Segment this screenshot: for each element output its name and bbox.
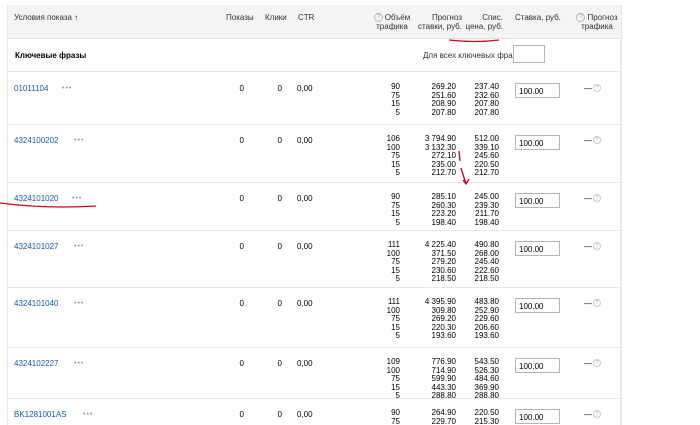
bid-table-page: Условия показа ↑ Показы Клики CTR ? Объём…	[0, 0, 700, 425]
annotation-underline-phrase	[0, 202, 97, 208]
hand-annotations	[0, 39, 500, 208]
annotation-arrow	[460, 167, 470, 186]
annotation-mark	[458, 150, 461, 162]
annotation-underline-list-price	[448, 39, 500, 43]
